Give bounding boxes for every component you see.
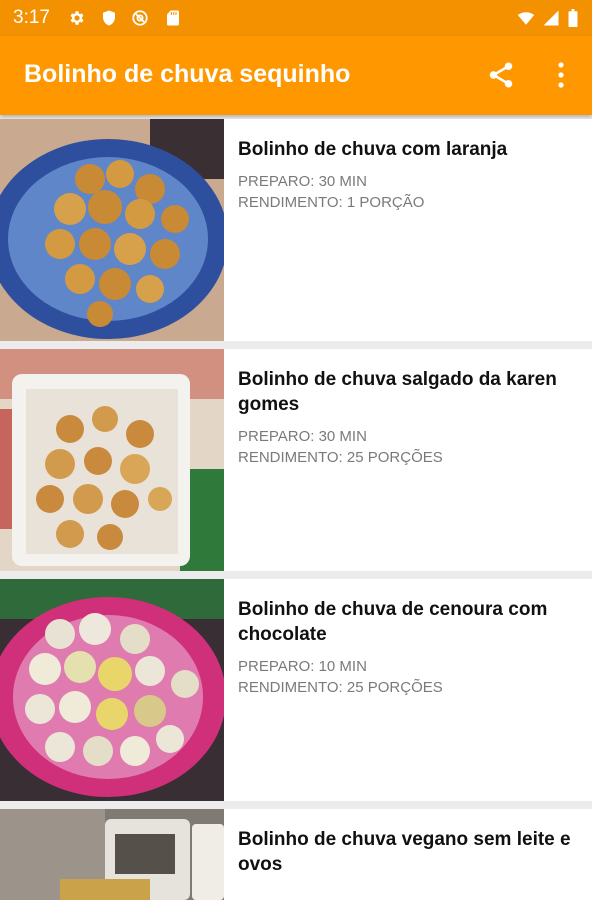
recipe-card[interactable]: Bolinho de chuva vegano sem leite e ovos (0, 809, 592, 900)
recipe-prep-time: PREPARO: 30 MIN (238, 428, 367, 445)
signal-icon (543, 10, 559, 26)
recipe-title: Bolinho de chuva salgado da karen gomes (238, 369, 557, 415)
battery-icon (568, 9, 578, 27)
recipe-thumbnail (0, 579, 224, 801)
recipe-title: Bolinho de chuva de cenoura com chocolat… (238, 599, 548, 645)
recipe-prep-time: PREPARO: 10 MIN (238, 658, 367, 675)
recipe-card[interactable]: Bolinho de chuva com laranja PREPARO: 30… (0, 119, 592, 341)
recipe-title: Bolinho de chuva vegano sem leite e ovos (238, 829, 571, 875)
sd-card-icon (167, 10, 179, 26)
more-vert-icon[interactable] (549, 60, 573, 90)
recipe-card[interactable]: Bolinho de chuva de cenoura com chocolat… (0, 579, 592, 801)
recipe-yield: RENDIMENTO: 1 PORÇÃO (238, 194, 425, 211)
recipe-yield: RENDIMENTO: 25 PORÇÕES (238, 449, 443, 466)
status-time: 3:17 (13, 7, 50, 28)
recipe-prep-time: PREPARO: 30 MIN (238, 173, 367, 190)
recipe-card[interactable]: Bolinho de chuva salgado da karen gomes … (0, 349, 592, 571)
recipe-yield: RENDIMENTO: 25 PORÇÕES (238, 679, 443, 696)
app-bar: Bolinho de chuva sequinho (0, 36, 592, 115)
app-title: Bolinho de chuva sequinho (24, 60, 351, 88)
share-icon[interactable] (486, 60, 516, 90)
at-sign-icon (132, 10, 148, 26)
recipe-thumbnail (0, 349, 224, 571)
status-bar: 3:17 (0, 0, 592, 36)
recipe-thumbnail (0, 809, 224, 900)
shield-icon (103, 10, 115, 26)
recipe-title: Bolinho de chuva com laranja (238, 139, 508, 160)
settings-icon (70, 11, 84, 25)
wifi-icon (517, 12, 535, 25)
recipe-thumbnail (0, 119, 224, 341)
